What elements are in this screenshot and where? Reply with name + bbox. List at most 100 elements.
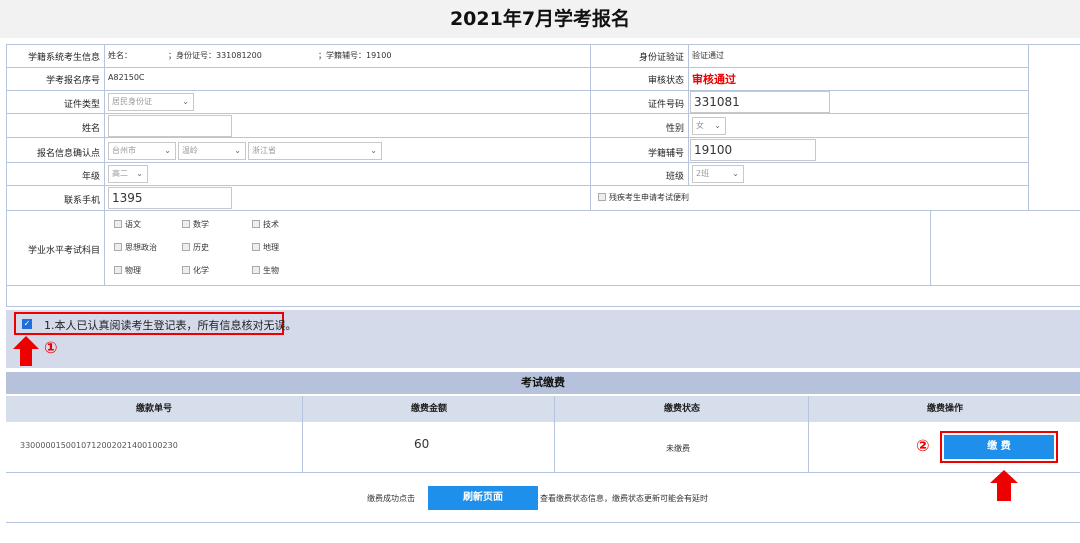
divider	[6, 137, 1028, 138]
divider	[6, 67, 1028, 68]
col-amount: 缴费金额	[410, 404, 447, 414]
confirm-checkbox[interactable]: ✓	[22, 319, 32, 329]
subject-checkbox-politics[interactable]	[114, 243, 122, 251]
divider	[6, 113, 1028, 114]
chevron-down-icon: ⌄	[234, 146, 241, 155]
subject-checkbox-biology[interactable]	[252, 266, 260, 274]
label-grade: 年级	[81, 172, 100, 182]
divider	[930, 210, 931, 285]
subject-label-tech: 技术	[263, 220, 279, 229]
school-select-value: 浙江省	[252, 146, 276, 155]
pay-button[interactable]: 缴 费	[944, 435, 1054, 459]
subject-label-politics: 思想政治	[125, 243, 157, 252]
label-school-no: 学籍辅号	[647, 149, 684, 159]
divider	[808, 396, 809, 472]
id-number-field[interactable]: 331081	[690, 91, 830, 113]
name-field[interactable]	[108, 115, 232, 137]
subject-label-biology: 生物	[263, 266, 279, 275]
step-marker-1: ①	[44, 338, 58, 357]
divider	[6, 306, 1080, 307]
chevron-down-icon: ⌄	[182, 97, 189, 106]
page: 2021年7月学考报名 学籍系统考生信息 姓名： ；身份证号：331081200…	[0, 0, 1080, 543]
city-select[interactable]: 台州市 ⌄	[108, 142, 176, 160]
district-select-value: 温岭	[182, 146, 198, 155]
fee-table-header: 缴款单号 缴费金额 缴费状态 缴费操作	[6, 396, 1080, 422]
subject-checkbox-history[interactable]	[182, 243, 190, 251]
label-confirm-point: 报名信息确认点	[36, 149, 100, 159]
reg-no-value: A82150C	[108, 73, 145, 82]
col-status: 缴费状态	[663, 404, 700, 414]
divider	[6, 44, 1080, 45]
class-select[interactable]: 2班 ⌄	[692, 165, 744, 183]
id-verify-value: 验证通过	[692, 51, 724, 60]
divider	[1028, 44, 1029, 210]
refresh-page-button[interactable]: 刷新页面	[428, 486, 538, 510]
divider	[6, 522, 1080, 523]
arrow-up-icon-shaft	[20, 349, 32, 366]
chevron-down-icon: ⌄	[370, 146, 377, 155]
label-student-info: 学籍系统考生信息	[27, 53, 100, 63]
step-marker-2: ②	[916, 436, 930, 455]
subject-checkbox-chemistry[interactable]	[182, 266, 190, 274]
id-type-select[interactable]: 居民身份证 ⌄	[108, 93, 194, 111]
chevron-down-icon: ⌄	[714, 121, 721, 130]
label-id-number: 证件号码	[647, 100, 684, 110]
subject-checkbox-math[interactable]	[182, 220, 190, 228]
chevron-down-icon: ⌄	[164, 146, 171, 155]
chevron-down-icon: ⌄	[732, 169, 739, 178]
refresh-hint-prefix: 缴费成功点击	[367, 494, 415, 503]
student-info-school-no: ；学籍辅号：19100	[318, 51, 392, 60]
city-select-value: 台州市	[112, 146, 136, 155]
fee-status: 未缴费	[666, 444, 690, 453]
disabled-support-checkbox[interactable]	[598, 193, 606, 201]
subject-checkbox-chinese[interactable]	[114, 220, 122, 228]
grade-select[interactable]: 高二 ⌄	[108, 165, 148, 183]
audit-status-value: 审核通过	[692, 73, 736, 86]
disabled-support-label: 残疾考生申请考试便利	[609, 193, 689, 202]
label-subjects: 学业水平考试科目	[27, 246, 100, 256]
class-select-value: 2班	[696, 169, 710, 178]
confirm-text: 1.本人已认真阅读考生登记表，所有信息核对无误。	[44, 319, 297, 332]
divider	[104, 44, 105, 285]
divider	[6, 210, 1080, 211]
district-select[interactable]: 温岭 ⌄	[178, 142, 246, 160]
gender-select[interactable]: 女 ⌄	[692, 117, 726, 135]
fee-amount: 60	[414, 437, 430, 451]
subject-checkbox-physics[interactable]	[114, 266, 122, 274]
divider	[590, 44, 591, 210]
divider	[6, 90, 1028, 91]
subject-label-math: 数学	[193, 220, 209, 229]
arrow-up-icon	[990, 470, 1018, 483]
label-phone: 联系手机	[63, 196, 100, 206]
col-action: 缴费操作	[926, 404, 963, 414]
divider	[302, 396, 303, 472]
divider	[6, 162, 1028, 163]
divider	[6, 285, 1080, 286]
label-id-type: 证件类型	[63, 100, 100, 110]
divider	[6, 185, 1028, 186]
gender-select-value: 女	[696, 121, 704, 130]
label-class: 班级	[665, 172, 684, 182]
school-no-field[interactable]: 19100	[690, 139, 816, 161]
phone-field[interactable]: 1395	[108, 187, 232, 209]
divider	[554, 396, 555, 472]
id-type-select-value: 居民身份证	[112, 97, 152, 106]
chevron-down-icon: ⌄	[136, 169, 143, 178]
label-id-verify: 身份证验证	[638, 53, 684, 63]
refresh-hint-suffix: 查看缴费状态信息，缴费状态更新可能会有延时	[540, 494, 708, 503]
fee-order-no: 3300000150010712002021400100230	[20, 441, 178, 450]
arrow-up-icon	[13, 336, 39, 349]
subject-checkbox-geography[interactable]	[252, 243, 260, 251]
student-info-name: 姓名：	[108, 51, 132, 60]
label-gender: 性别	[665, 124, 684, 134]
school-select[interactable]: 浙江省 ⌄	[248, 142, 382, 160]
subject-label-history: 历史	[193, 243, 209, 252]
fee-section-title: 考试缴费	[6, 372, 1080, 394]
divider	[688, 44, 689, 185]
divider	[6, 472, 1080, 473]
label-name: 姓名	[81, 124, 100, 134]
page-title: 2021年7月学考报名	[0, 0, 1080, 38]
label-audit-status: 审核状态	[647, 76, 684, 86]
grade-select-value: 高二	[112, 169, 128, 178]
subject-checkbox-tech[interactable]	[252, 220, 260, 228]
